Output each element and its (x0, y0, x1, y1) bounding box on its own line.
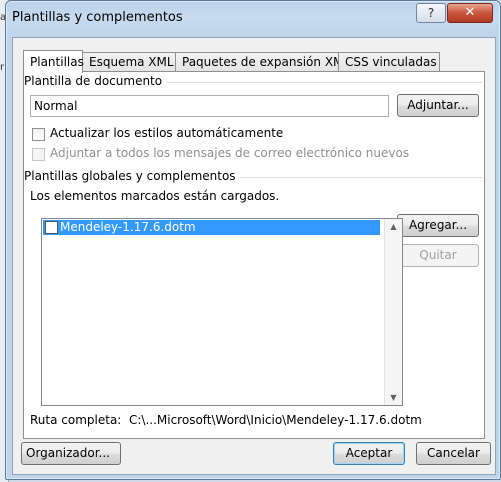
close-icon: ✕ (464, 5, 476, 20)
remove-button[interactable]: Quitar (397, 244, 479, 267)
tab-paquetes-expansion-xml[interactable]: Paquetes de expansión XML (175, 52, 350, 72)
dialog-body: Plantillas Esquema XML Paquetes de expan… (12, 37, 496, 475)
tab-plantillas[interactable]: Plantillas (23, 50, 84, 73)
tab-css-vinculadas[interactable]: CSS vinculadas (338, 52, 440, 72)
global-templates-list[interactable]: Mendeley-1.17.6.dotm ▲ ▼ (41, 218, 403, 406)
help-button[interactable]: ? (416, 3, 446, 23)
scroll-up-icon[interactable]: ▲ (385, 222, 402, 231)
attach-all-emails-label: Adjuntar a todos los mensajes de correo … (50, 146, 410, 160)
global-templates-group-label: Plantillas globales y complementos (24, 169, 240, 183)
background-text: r (0, 62, 5, 73)
loaded-items-note: Los elementos marcados están cargados. (30, 189, 280, 203)
window-title: Plantillas y complementos (12, 10, 183, 25)
attach-all-emails-checkbox[interactable] (32, 148, 45, 161)
tab-esquema-xml[interactable]: Esquema XML (82, 52, 176, 72)
template-name: Mendeley-1.17.6.dotm (60, 220, 196, 234)
title-bar[interactable]: Plantillas y complementos ? ✕ (6, 1, 500, 37)
close-button[interactable]: ✕ (447, 3, 493, 23)
templates-dialog: Plantillas y complementos ? ✕ Plantillas… (5, 0, 501, 480)
full-path-caption: Ruta completa: (30, 413, 122, 427)
document-template-field[interactable]: Normal (30, 95, 389, 117)
scroll-down-icon[interactable]: ▼ (385, 393, 402, 402)
organizer-button[interactable]: Organizador... (21, 442, 121, 465)
cancel-button[interactable]: Cancelar (416, 442, 491, 465)
list-item[interactable]: Mendeley-1.17.6.dotm (43, 220, 380, 235)
list-scrollbar[interactable]: ▲ ▼ (384, 219, 402, 405)
full-path-value: C:\...Microsoft\Word\Inicio\Mendeley-1.1… (128, 413, 422, 427)
auto-update-styles-label: Actualizar los estilos automáticamente (50, 126, 284, 140)
add-button[interactable]: Agregar... (397, 214, 479, 237)
ok-button[interactable]: Aceptar (333, 442, 405, 465)
attach-button[interactable]: Adjuntar... (397, 94, 479, 117)
template-load-checkbox[interactable] (45, 221, 58, 234)
document-template-group-label: Plantilla de documento (24, 74, 167, 88)
full-path-label: Ruta completa: C:\...Microsoft\Word\Inic… (30, 413, 422, 427)
auto-update-styles-checkbox[interactable] (32, 128, 45, 141)
